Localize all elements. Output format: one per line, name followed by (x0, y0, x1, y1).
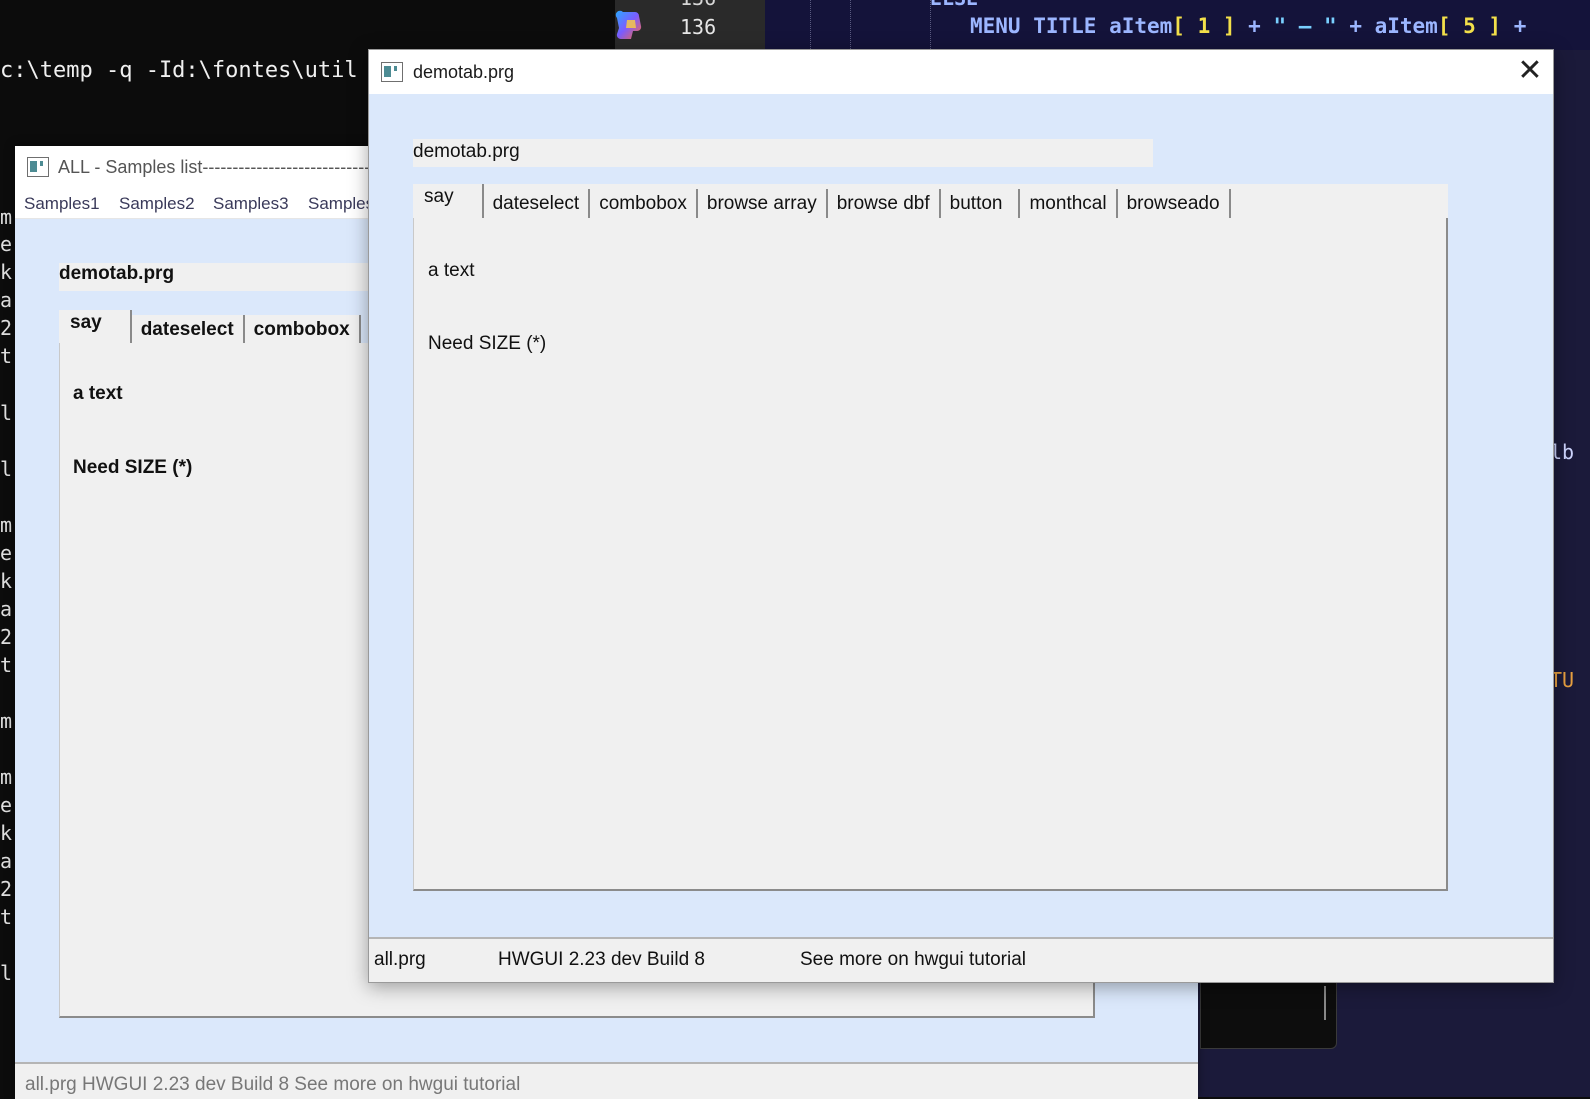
tab-combobox[interactable]: combobox (590, 189, 698, 219)
console-edge-char: e (0, 793, 13, 817)
window-titlebar[interactable]: demotab.prg ✕ (369, 50, 1553, 94)
say-need-size: Need SIZE (*) (73, 457, 193, 478)
code-token: [ 5 ] (1437, 14, 1502, 38)
say-need-size: Need SIZE (*) (428, 333, 547, 354)
console-edge-char: 2 (0, 877, 13, 901)
console-edge-char: 2 (0, 625, 13, 649)
scrollbar[interactable] (1324, 986, 1326, 1020)
code-token: [ 1 ] (1172, 14, 1236, 38)
code-token: " – " (1273, 14, 1337, 38)
menu-samples3[interactable]: Samples3 (213, 194, 289, 214)
demotab-window: demotab.prg ✕ demotab.prg say dateselect… (368, 49, 1554, 983)
code-token: MENU TITLE aItem (970, 14, 1173, 38)
console-edge-char: 2 (0, 316, 13, 340)
tab-strip: say dateselect combobox (59, 310, 361, 345)
console-edge-char: m (0, 765, 13, 789)
tab-strip: say dateselect combobox browse array bro… (413, 184, 1231, 219)
console-edge-char: l (0, 401, 13, 425)
status-text: all.prg HWGUI 2.23 dev Build 8 See more … (25, 1074, 521, 1095)
console-command-line: c:\temp -q -Id:\fontes\util (0, 58, 358, 83)
console-edge-char: t (0, 905, 13, 929)
tab-button[interactable]: button (940, 189, 1021, 219)
say-text: a text (428, 260, 475, 281)
menu-samples2[interactable]: Samples2 (119, 194, 195, 214)
tab-dateselect[interactable]: dateselect (131, 315, 245, 345)
console-edge-char: l (0, 457, 13, 481)
code-area: ELSE MENU TITLE aItem[ 1 ] + " – " + aIt… (765, 0, 1590, 50)
window-title: ALL - Samples list----------------------… (58, 157, 401, 177)
tab-browse-array[interactable]: browse array (697, 189, 828, 219)
status-file: all.prg (374, 949, 426, 970)
code-token: + (1501, 14, 1527, 38)
line-number: 136 (680, 15, 717, 39)
tab-say[interactable]: say (413, 184, 484, 219)
tab-browse-dbf[interactable]: browse dbf (827, 189, 941, 219)
console-edge-char: a (0, 597, 13, 621)
console-edge-char: t (0, 344, 13, 368)
console-edge-char: k (0, 569, 13, 593)
tab-page: a text Need SIZE (*) (413, 218, 1448, 891)
status-bar: all.prg HWGUI 2.23 dev Build 8 See more … (369, 937, 1553, 982)
tab-dateselect[interactable]: dateselect (483, 189, 591, 219)
console-edge-char: e (0, 232, 13, 256)
say-text: a text (73, 383, 123, 404)
status-hint: See more on hwgui tutorial (800, 949, 1027, 970)
console-edge-char: k (0, 260, 13, 284)
console-edge-char: a (0, 849, 13, 873)
code-token: + (1235, 14, 1274, 38)
window-title: demotab.prg (413, 62, 515, 82)
file-label: demotab.prg (413, 139, 1153, 167)
line-number-prev: 136 (680, 0, 716, 10)
console-edge-char: l (0, 961, 13, 985)
window-app-icon (381, 62, 403, 82)
console-edge-char: m (0, 709, 13, 733)
console-edge-char: e (0, 541, 13, 565)
close-icon[interactable]: ✕ (1507, 50, 1553, 94)
tab-monthcal[interactable]: monthcal (1020, 189, 1118, 219)
console-edge-char: m (0, 513, 13, 537)
console-edge-char: m (0, 205, 13, 229)
file-label-text: demotab.prg (59, 263, 175, 284)
console-popup (1200, 975, 1337, 1049)
code-else-keyword: ELSE (930, 0, 978, 10)
console-edge-char: a (0, 288, 13, 312)
tab-combobox[interactable]: combobox (244, 315, 361, 345)
status-version: HWGUI 2.23 dev Build 8 (498, 949, 705, 970)
console-edge-char: t (0, 653, 13, 677)
tab-say[interactable]: say (59, 310, 132, 345)
window-app-icon (27, 157, 49, 177)
console-edge-char: k (0, 821, 13, 845)
code-line: MENU TITLE aItem[ 1 ] + " – " + aItem[ 5… (970, 14, 1526, 38)
menu-samples1[interactable]: Samples1 (24, 194, 100, 214)
tab-browseado[interactable]: browseado (1117, 189, 1231, 219)
code-token: + aItem (1336, 14, 1438, 38)
copilot-icon[interactable] (615, 8, 645, 42)
status-bar: all.prg HWGUI 2.23 dev Build 8 See more … (15, 1062, 1198, 1099)
